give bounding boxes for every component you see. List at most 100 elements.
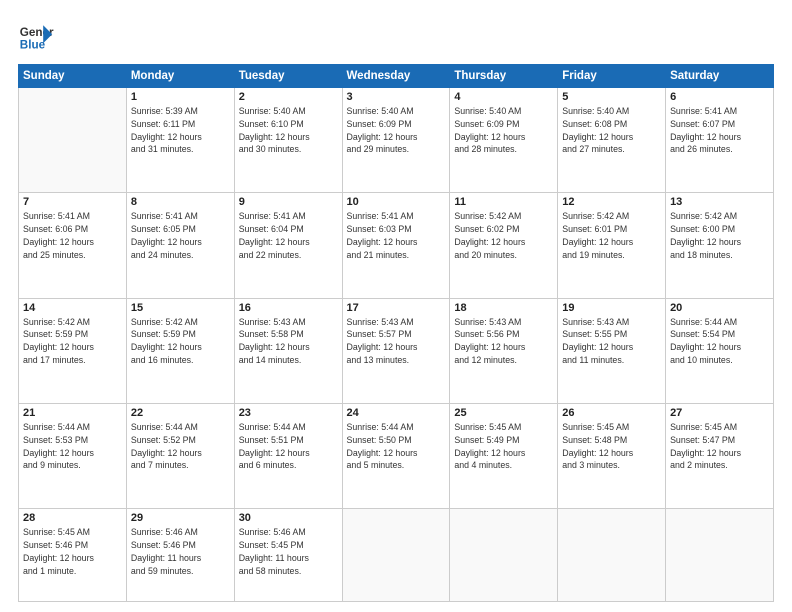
day-number: 9 xyxy=(239,196,338,208)
calendar-week-row: 1 Sunrise: 5:39 AM Sunset: 6:11 PM Daylig… xyxy=(19,88,774,193)
calendar-cell: 21Sunrise: 5:44 AM Sunset: 5:53 PM Dayli… xyxy=(19,404,127,509)
day-number: 7 xyxy=(23,196,122,208)
day-number: 22 xyxy=(131,407,230,419)
day-info: Sunrise: 5:41 AM Sunset: 6:05 PM Dayligh… xyxy=(131,210,230,261)
day-info: Sunrise: 5:44 AM Sunset: 5:52 PM Dayligh… xyxy=(131,421,230,472)
calendar-cell xyxy=(558,509,666,602)
calendar-week-row: 7Sunrise: 5:41 AM Sunset: 6:06 PM Daylig… xyxy=(19,193,774,298)
day-info: Sunrise: 5:40 AM Sunset: 6:10 PM Dayligh… xyxy=(239,105,338,156)
calendar-header-row: SundayMondayTuesdayWednesdayThursdayFrid… xyxy=(19,65,774,88)
calendar-week-row: 14 Sunrise: 5:42 AM Sunset: 5:59 PM Dayli… xyxy=(19,298,774,403)
logo-icon: General Blue xyxy=(18,18,54,54)
day-number: 8 xyxy=(131,196,230,208)
weekday-header: Friday xyxy=(558,65,666,88)
day-number: 23 xyxy=(239,407,338,419)
day-number: 13 xyxy=(670,196,769,208)
day-info: Sunrise: 5:40 AM Sunset: 6:09 PM Dayligh… xyxy=(347,105,446,156)
calendar-week-row: 28 Sunrise: 5:45 AM Sunset: 5:46 PM Dayli… xyxy=(19,509,774,602)
calendar-cell: 3 Sunrise: 5:40 AM Sunset: 6:09 PM Daylig… xyxy=(342,88,450,193)
day-number: 10 xyxy=(347,196,446,208)
calendar-cell: 20 Sunrise: 5:44 AM Sunset: 5:54 PM Dayli… xyxy=(666,298,774,403)
day-info: Sunrise: 5:43 AM Sunset: 5:58 PM Dayligh… xyxy=(239,316,338,367)
calendar-cell xyxy=(450,509,558,602)
day-number: 6 xyxy=(670,91,769,103)
day-info: Sunrise: 5:43 AM Sunset: 5:56 PM Dayligh… xyxy=(454,316,553,367)
calendar-cell: 19 Sunrise: 5:43 AM Sunset: 5:55 PM Dayli… xyxy=(558,298,666,403)
calendar-cell xyxy=(666,509,774,602)
day-number: 14 xyxy=(23,302,122,314)
calendar-cell: 23 Sunrise: 5:44 AM Sunset: 5:51 PM Dayli… xyxy=(234,404,342,509)
day-info: Sunrise: 5:41 AM Sunset: 6:03 PM Dayligh… xyxy=(347,210,446,261)
day-number: 30 xyxy=(239,512,338,524)
day-info: Sunrise: 5:44 AM Sunset: 5:51 PM Dayligh… xyxy=(239,421,338,472)
calendar-cell: 12 Sunrise: 5:42 AM Sunset: 6:01 PM Dayli… xyxy=(558,193,666,298)
day-number: 4 xyxy=(454,91,553,103)
svg-text:Blue: Blue xyxy=(20,39,46,52)
weekday-header: Saturday xyxy=(666,65,774,88)
day-number: 15 xyxy=(131,302,230,314)
calendar-cell: 22 Sunrise: 5:44 AM Sunset: 5:52 PM Dayli… xyxy=(126,404,234,509)
day-number: 11 xyxy=(454,196,553,208)
day-number: 18 xyxy=(454,302,553,314)
weekday-header: Wednesday xyxy=(342,65,450,88)
calendar-cell xyxy=(19,88,127,193)
calendar-cell: 14 Sunrise: 5:42 AM Sunset: 5:59 PM Dayli… xyxy=(19,298,127,403)
weekday-header: Tuesday xyxy=(234,65,342,88)
calendar-cell: 17Sunrise: 5:43 AM Sunset: 5:57 PM Dayli… xyxy=(342,298,450,403)
day-info: Sunrise: 5:41 AM Sunset: 6:04 PM Dayligh… xyxy=(239,210,338,261)
day-info: Sunrise: 5:44 AM Sunset: 5:53 PM Dayligh… xyxy=(23,421,122,472)
day-info: Sunrise: 5:41 AM Sunset: 6:07 PM Dayligh… xyxy=(670,105,769,156)
day-info: Sunrise: 5:45 AM Sunset: 5:47 PM Dayligh… xyxy=(670,421,769,472)
day-info: Sunrise: 5:43 AM Sunset: 5:55 PM Dayligh… xyxy=(562,316,661,367)
calendar-cell: 18 Sunrise: 5:43 AM Sunset: 5:56 PM Dayli… xyxy=(450,298,558,403)
calendar-cell: 6 Sunrise: 5:41 AM Sunset: 6:07 PM Daylig… xyxy=(666,88,774,193)
weekday-header: Sunday xyxy=(19,65,127,88)
calendar-cell: 27 Sunrise: 5:45 AM Sunset: 5:47 PM Dayli… xyxy=(666,404,774,509)
day-number: 29 xyxy=(131,512,230,524)
weekday-header: Thursday xyxy=(450,65,558,88)
calendar-cell: 4 Sunrise: 5:40 AM Sunset: 6:09 PM Daylig… xyxy=(450,88,558,193)
calendar-cell: 11 Sunrise: 5:42 AM Sunset: 6:02 PM Dayli… xyxy=(450,193,558,298)
day-number: 1 xyxy=(131,91,230,103)
day-number: 12 xyxy=(562,196,661,208)
day-info: Sunrise: 5:40 AM Sunset: 6:09 PM Dayligh… xyxy=(454,105,553,156)
day-info: Sunrise: 5:45 AM Sunset: 5:46 PM Dayligh… xyxy=(23,526,122,577)
day-number: 3 xyxy=(347,91,446,103)
calendar-cell: 10 Sunrise: 5:41 AM Sunset: 6:03 PM Dayli… xyxy=(342,193,450,298)
calendar-cell xyxy=(342,509,450,602)
day-number: 20 xyxy=(670,302,769,314)
calendar-cell: 13Sunrise: 5:42 AM Sunset: 6:00 PM Dayli… xyxy=(666,193,774,298)
calendar-cell: 28 Sunrise: 5:45 AM Sunset: 5:46 PM Dayli… xyxy=(19,509,127,602)
calendar-cell: 1 Sunrise: 5:39 AM Sunset: 6:11 PM Daylig… xyxy=(126,88,234,193)
calendar-cell: 30Sunrise: 5:46 AM Sunset: 5:45 PM Dayli… xyxy=(234,509,342,602)
day-info: Sunrise: 5:42 AM Sunset: 6:01 PM Dayligh… xyxy=(562,210,661,261)
day-number: 28 xyxy=(23,512,122,524)
calendar-cell: 2 Sunrise: 5:40 AM Sunset: 6:10 PM Daylig… xyxy=(234,88,342,193)
calendar-cell: 26Sunrise: 5:45 AM Sunset: 5:48 PM Dayli… xyxy=(558,404,666,509)
day-info: Sunrise: 5:44 AM Sunset: 5:54 PM Dayligh… xyxy=(670,316,769,367)
calendar-cell: 8 Sunrise: 5:41 AM Sunset: 6:05 PM Daylig… xyxy=(126,193,234,298)
calendar-cell: 7Sunrise: 5:41 AM Sunset: 6:06 PM Daylig… xyxy=(19,193,127,298)
day-number: 5 xyxy=(562,91,661,103)
day-info: Sunrise: 5:40 AM Sunset: 6:08 PM Dayligh… xyxy=(562,105,661,156)
day-info: Sunrise: 5:44 AM Sunset: 5:50 PM Dayligh… xyxy=(347,421,446,472)
day-info: Sunrise: 5:42 AM Sunset: 5:59 PM Dayligh… xyxy=(23,316,122,367)
day-number: 27 xyxy=(670,407,769,419)
calendar-cell: 9 Sunrise: 5:41 AM Sunset: 6:04 PM Daylig… xyxy=(234,193,342,298)
calendar-cell: 16Sunrise: 5:43 AM Sunset: 5:58 PM Dayli… xyxy=(234,298,342,403)
day-info: Sunrise: 5:42 AM Sunset: 6:02 PM Dayligh… xyxy=(454,210,553,261)
page-header: General Blue xyxy=(18,18,774,54)
day-info: Sunrise: 5:39 AM Sunset: 6:11 PM Dayligh… xyxy=(131,105,230,156)
calendar-table: SundayMondayTuesdayWednesdayThursdayFrid… xyxy=(18,64,774,602)
day-number: 2 xyxy=(239,91,338,103)
calendar-cell: 5 Sunrise: 5:40 AM Sunset: 6:08 PM Daylig… xyxy=(558,88,666,193)
calendar-cell: 29 Sunrise: 5:46 AM Sunset: 5:46 PM Dayli… xyxy=(126,509,234,602)
day-number: 25 xyxy=(454,407,553,419)
logo: General Blue xyxy=(18,18,54,54)
day-number: 19 xyxy=(562,302,661,314)
calendar-cell: 15Sunrise: 5:42 AM Sunset: 5:59 PM Dayli… xyxy=(126,298,234,403)
calendar-cell: 24 Sunrise: 5:44 AM Sunset: 5:50 PM Dayli… xyxy=(342,404,450,509)
day-number: 24 xyxy=(347,407,446,419)
day-info: Sunrise: 5:46 AM Sunset: 5:46 PM Dayligh… xyxy=(131,526,230,577)
day-number: 17 xyxy=(347,302,446,314)
